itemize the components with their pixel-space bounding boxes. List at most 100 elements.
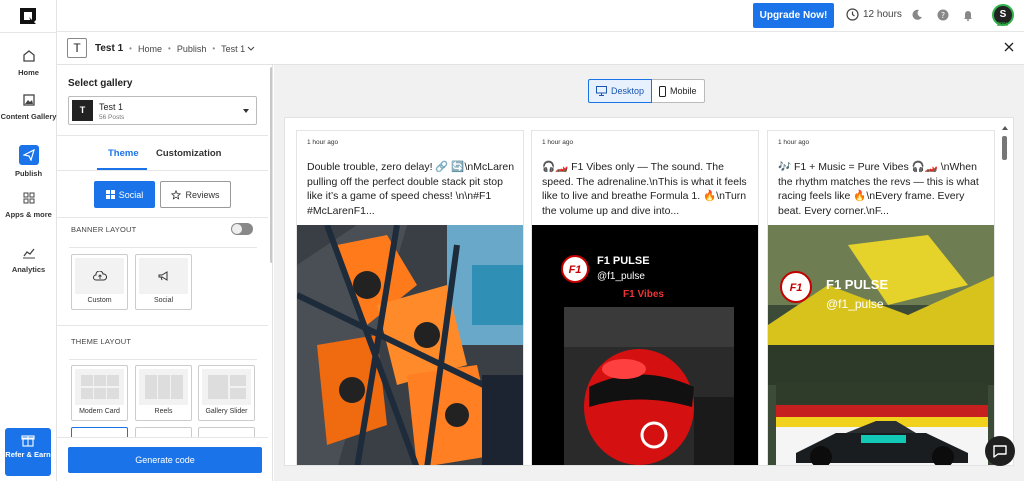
slider-preview-icon: [207, 375, 246, 399]
send-icon: [22, 149, 35, 161]
post-card[interactable]: 1 hour ago 🎶 F1 + Music = Pure Vibes 🎧🏎️…: [767, 130, 995, 465]
gift-icon: [21, 435, 35, 447]
post-media-f1-music[interactable]: F1 F1 PULSE @f1_pulse: [768, 225, 994, 465]
breadcrumb-separator: •: [129, 44, 132, 53]
overlay-handle: @f1_pulse: [597, 271, 645, 282]
gallery-letter-badge: T: [67, 38, 87, 58]
card-label: Gallery Slider: [205, 408, 248, 415]
theme-card-gallery-slider[interactable]: Gallery Slider: [198, 365, 255, 421]
help-icon[interactable]: ?: [937, 9, 949, 21]
bell-icon[interactable]: [962, 9, 974, 21]
theme-card-modern[interactable]: Modern Card: [71, 365, 128, 421]
banner-layout-toggle[interactable]: [231, 223, 253, 235]
chat-icon: [993, 445, 1007, 458]
card-thumb: [75, 258, 124, 294]
breadcrumb-separator: •: [168, 44, 171, 53]
nav-label: Publish: [14, 169, 43, 178]
breadcrumb-current[interactable]: Test 1: [221, 44, 245, 54]
breadcrumb-bar: T Test 1 • Home • Publish • Test 1: [57, 32, 1024, 65]
card-thumb: [202, 369, 251, 405]
post-time: 1 hour ago: [542, 139, 574, 146]
moon-icon[interactable]: [911, 9, 923, 21]
card-label: Modern Card: [79, 408, 120, 415]
post-card[interactable]: 1 hour ago Double trouble, zero delay! 🔗…: [296, 130, 524, 466]
top-bar: Upgrade Now! 12 hours ? S 20%: [57, 0, 1024, 32]
theme-card-reels[interactable]: Reels: [135, 365, 192, 421]
post-time: 1 hour ago: [307, 139, 339, 146]
panel-divider: [69, 247, 257, 248]
monitor-icon: [596, 86, 607, 96]
reviews-source-button[interactable]: Reviews: [160, 181, 231, 208]
desktop-button[interactable]: Desktop: [588, 79, 653, 103]
breadcrumb-publish[interactable]: Publish: [177, 44, 207, 54]
reviews-label: Reviews: [185, 189, 220, 200]
home-icon: [22, 50, 35, 62]
hours-label: 12 hours: [863, 9, 902, 20]
social-label: Social: [118, 189, 144, 200]
desktop-label: Desktop: [611, 86, 645, 96]
chevron-down-icon[interactable]: [247, 46, 255, 52]
nav-item-analytics[interactable]: Analytics: [0, 245, 57, 274]
cloud-upload-icon: [92, 271, 107, 281]
app-logo-icon[interactable]: [17, 5, 39, 27]
profile-progress: 20%: [997, 22, 1009, 28]
gallery-select[interactable]: T Test 1 56 Posts: [68, 96, 257, 125]
chart-icon: [22, 248, 35, 259]
preview-area: Desktop Mobile 1 hour ago Double trouble…: [274, 65, 1024, 481]
scroll-up-arrow-icon[interactable]: [1002, 126, 1008, 130]
rail-divider: [0, 32, 57, 33]
banner-card-social[interactable]: Social: [135, 254, 192, 310]
panel-divider: [69, 359, 257, 360]
panel-divider: [57, 325, 268, 326]
select-gallery-heading: Select gallery: [68, 78, 133, 89]
post-media-f1-vibes[interactable]: F1 F1 PULSE @f1_pulse F1 Vibes: [532, 225, 758, 465]
card-label: Social: [153, 297, 174, 304]
banner-card-custom[interactable]: Custom: [71, 254, 128, 310]
star-icon: [171, 189, 182, 200]
close-icon[interactable]: [1004, 42, 1014, 52]
post-card[interactable]: 1 hour ago 🎧🏎️ F1 Vibes only — The sound…: [531, 130, 759, 465]
gallery-post-count: 56 Posts: [99, 114, 125, 121]
card-thumb: [75, 369, 124, 405]
refer-label: Refer & Earn: [5, 450, 51, 459]
overlay-handle: @f1_pulse: [826, 297, 884, 311]
publish-active-box: [18, 145, 39, 165]
widget-preview-frame: 1 hour ago Double trouble, zero delay! 🔗…: [284, 117, 1014, 466]
gallery-thumb: T: [72, 100, 93, 121]
panel-scrollbar[interactable]: [270, 67, 272, 263]
image-icon: [22, 94, 35, 106]
trial-hours[interactable]: 12 hours: [846, 8, 902, 21]
nav-label: Home: [18, 68, 39, 77]
f1-pulse-logo: F1: [780, 271, 812, 303]
nav-item-apps[interactable]: Apps & more: [0, 190, 57, 219]
post-caption: 🎶 F1 + Music = Pure Vibes 🎧🏎️ \nWhen the…: [778, 161, 979, 217]
social-source-button[interactable]: Social: [94, 181, 155, 208]
nav-item-home[interactable]: Home: [0, 48, 57, 77]
mobile-label: Mobile: [670, 86, 697, 96]
nav-label: Content Gallery: [0, 112, 57, 121]
grid-icon: [105, 190, 115, 199]
modern-card-preview-icon: [80, 375, 119, 399]
upgrade-button[interactable]: Upgrade Now!: [753, 3, 834, 28]
generate-code-button[interactable]: Generate code: [68, 447, 262, 473]
f1-pulse-logo: F1: [561, 255, 589, 283]
preview-scrollbar[interactable]: [1002, 136, 1007, 160]
card-thumb: [139, 258, 188, 294]
reels-preview-icon: [144, 375, 183, 399]
settings-panel: Select gallery T Test 1 56 Posts Theme C…: [57, 65, 273, 481]
refer-earn-button[interactable]: Refer & Earn: [5, 428, 51, 476]
tab-theme[interactable]: Theme: [108, 148, 139, 159]
nav-item-content-gallery[interactable]: Content Gallery: [0, 92, 57, 121]
mercedes-car-image: [776, 383, 988, 465]
chat-widget-button[interactable]: [985, 436, 1015, 466]
post-caption: Double trouble, zero delay! 🔗 🔄\nMcLaren…: [307, 161, 515, 217]
tab-customization[interactable]: Customization: [156, 148, 221, 159]
megaphone-icon: [158, 271, 167, 281]
grid-icon: [23, 192, 34, 204]
overlay-account-name: F1 PULSE: [597, 255, 650, 267]
post-media-pitstop[interactable]: [297, 225, 524, 466]
breadcrumb-home[interactable]: Home: [138, 44, 162, 54]
mobile-button[interactable]: Mobile: [652, 79, 705, 103]
panel-divider: [57, 135, 268, 136]
nav-item-publish[interactable]: Publish: [0, 145, 57, 178]
